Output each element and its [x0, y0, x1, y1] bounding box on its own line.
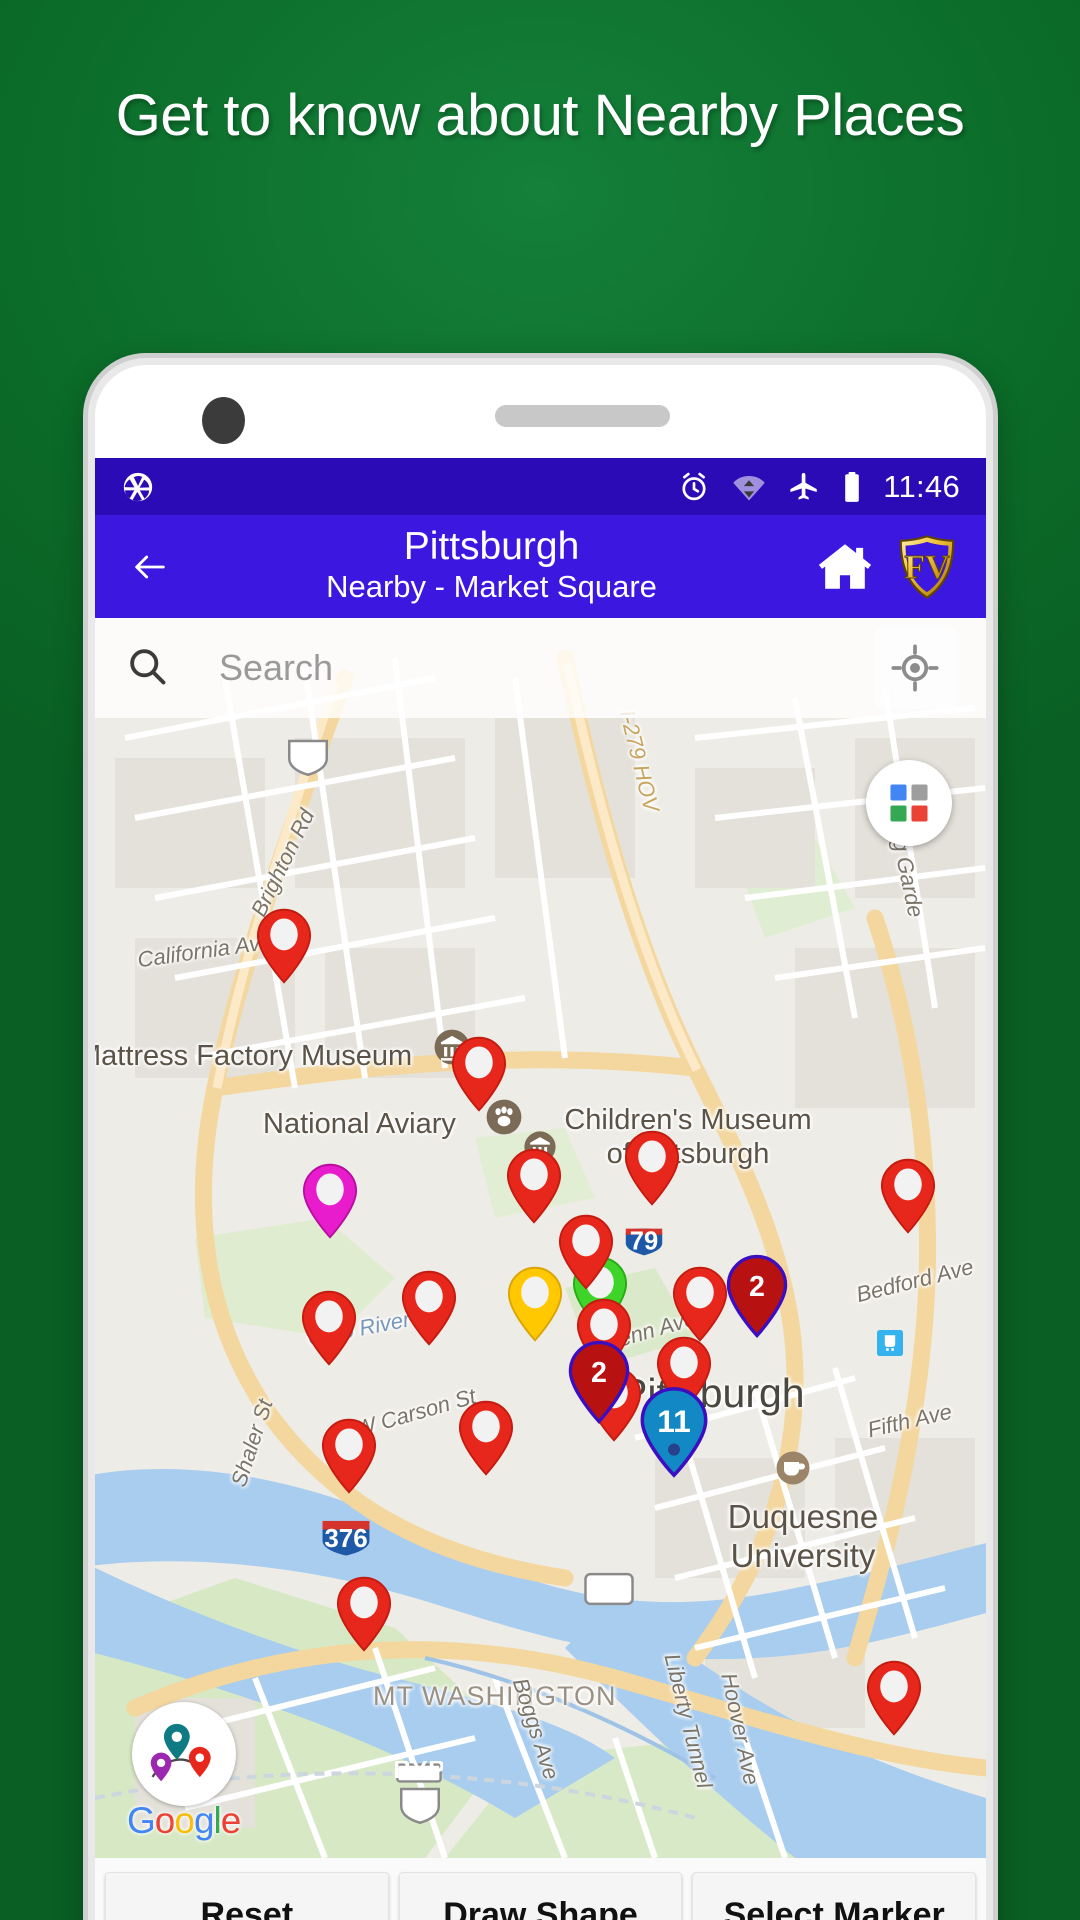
app-bar-titles: Pittsburgh Nearby - Market Square [183, 524, 806, 607]
draw-shape-button[interactable]: Draw Shape [398, 1872, 683, 1920]
map-marker[interactable] [450, 1036, 508, 1117]
search-input[interactable] [177, 647, 874, 689]
my-location-button[interactable] [874, 627, 956, 709]
map-watermark: Google [127, 1702, 241, 1842]
fv-logo[interactable]: FV [890, 530, 964, 604]
svg-text:837: 837 [587, 1572, 630, 1602]
nearby-places-logo-icon [131, 1702, 236, 1806]
map-type-grid-icon [890, 784, 928, 822]
map-marker-yellow[interactable] [506, 1266, 564, 1347]
cluster-count: 2 [749, 1271, 765, 1303]
page-subtitle: Nearby - Market Square [326, 568, 657, 604]
bottom-action-bar: Reset Draw Shape Select Marker [95, 1858, 986, 1920]
map-cluster-marker[interactable]: 11 [637, 1386, 711, 1483]
svg-text:79: 79 [630, 1227, 658, 1255]
phone-bezel-top [95, 365, 986, 458]
search-bar[interactable] [95, 618, 986, 718]
camera-shutter-icon [121, 470, 155, 504]
back-button[interactable] [117, 547, 183, 587]
map-marker[interactable] [255, 908, 313, 989]
map-cluster-marker[interactable]: 2 [565, 1340, 633, 1429]
transit-stop-icon [877, 1330, 903, 1361]
map-marker[interactable] [557, 1214, 615, 1295]
map-marker[interactable] [623, 1130, 681, 1211]
cafe-poi-icon [775, 1450, 811, 1491]
earpiece-speaker [495, 405, 670, 427]
map-marker[interactable] [320, 1418, 378, 1499]
map-marker[interactable] [865, 1660, 923, 1741]
map-marker[interactable] [335, 1576, 393, 1657]
alarm-clock-icon [682, 472, 706, 500]
promo-headline: Get to know about Nearby Places [115, 83, 965, 148]
cluster-count: 11 [657, 1403, 691, 1439]
status-bar-clock: 11:46 [883, 468, 960, 504]
route-shield: 376 [317, 1516, 375, 1563]
map-type-button[interactable] [866, 760, 952, 846]
my-location-icon [891, 644, 939, 692]
svg-text:BYP: BYP [395, 1761, 443, 1784]
map-cluster-marker[interactable]: 2 [723, 1254, 791, 1343]
select-marker-button[interactable]: Select Marker [692, 1872, 977, 1920]
svg-text:19: 19 [293, 737, 322, 767]
map-canvas [95, 618, 986, 1858]
route-shield: 19 [397, 1784, 443, 1829]
phone-screen: 11:46 Pittsburgh Nearby - Market Square [95, 365, 986, 1920]
map-marker[interactable] [505, 1148, 563, 1229]
status-bar: 11:46 [95, 458, 986, 515]
home-button[interactable] [806, 538, 884, 596]
google-logo-text: Google [127, 1800, 241, 1841]
svg-text:19: 19 [405, 1786, 434, 1816]
route-shield: 19 [285, 736, 331, 781]
search-icon [125, 644, 177, 693]
back-arrow-icon [135, 555, 165, 578]
map-marker[interactable] [300, 1290, 358, 1371]
front-camera-icon [202, 397, 245, 444]
reset-button[interactable]: Reset [105, 1872, 389, 1920]
map-marker-magenta[interactable] [301, 1163, 359, 1244]
battery-icon [845, 471, 860, 502]
map-marker[interactable] [457, 1400, 515, 1481]
airplane-mode-icon [790, 472, 817, 500]
fv-logo-text: FV [904, 548, 950, 585]
route-shield: 837 [583, 1570, 635, 1613]
map-marker[interactable] [671, 1266, 729, 1347]
cluster-count: 2 [591, 1357, 607, 1389]
svg-text:376: 376 [324, 1525, 367, 1553]
phone-mockup: 11:46 Pittsburgh Nearby - Market Square [88, 358, 993, 1920]
page-title: Pittsburgh [403, 524, 580, 568]
app-bar: Pittsburgh Nearby - Market Square FV [95, 515, 986, 618]
home-icon [818, 543, 872, 589]
map-marker[interactable] [879, 1158, 937, 1239]
map-marker[interactable] [400, 1270, 458, 1351]
map-container[interactable]: Mattress Factory Museum National Aviary … [95, 618, 986, 1858]
wifi-icon [733, 475, 765, 500]
status-bar-icons: 11:46 [677, 469, 960, 505]
